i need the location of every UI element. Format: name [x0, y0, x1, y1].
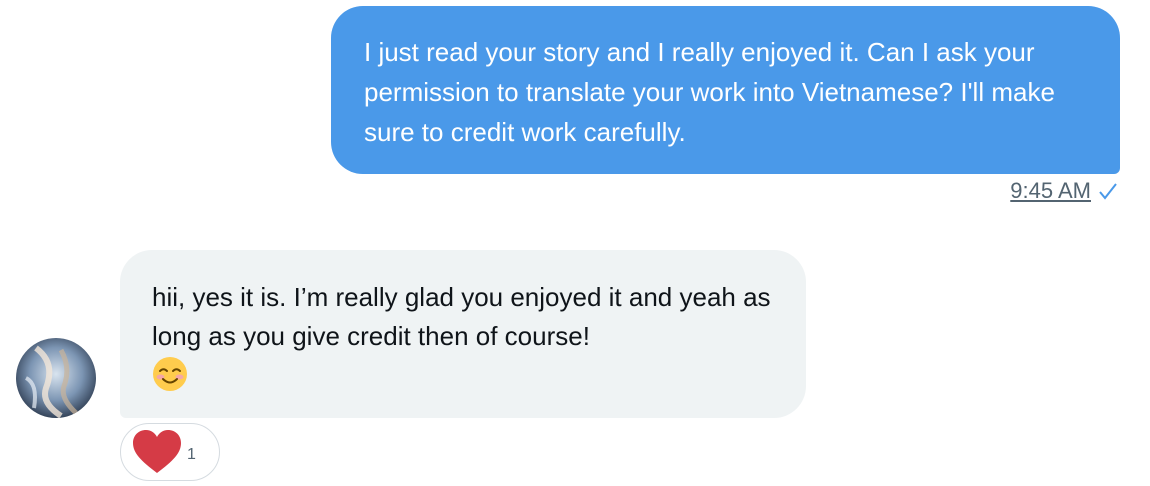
- checkmark-icon: [1099, 183, 1117, 200]
- message-timestamp[interactable]: 9:45 AM: [1010, 178, 1091, 204]
- outgoing-message-meta: 9:45 AM: [1010, 178, 1117, 204]
- avatar-image: [16, 338, 96, 418]
- outgoing-message-bubble[interactable]: I just read your story and I really enjo…: [331, 6, 1120, 174]
- outgoing-message-text: I just read your story and I really enjo…: [364, 37, 1055, 147]
- reaction-count: 1: [187, 446, 196, 463]
- smiling-face-with-blush-icon: [153, 357, 187, 391]
- heart-icon: [133, 430, 181, 473]
- incoming-message-bubble[interactable]: hii, yes it is. I’m really glad you enjo…: [120, 250, 806, 418]
- avatar[interactable]: [16, 338, 96, 418]
- heart-reaction-button[interactable]: 1: [120, 423, 220, 481]
- incoming-message-text: hii, yes it is. I’m really glad you enjo…: [152, 282, 771, 351]
